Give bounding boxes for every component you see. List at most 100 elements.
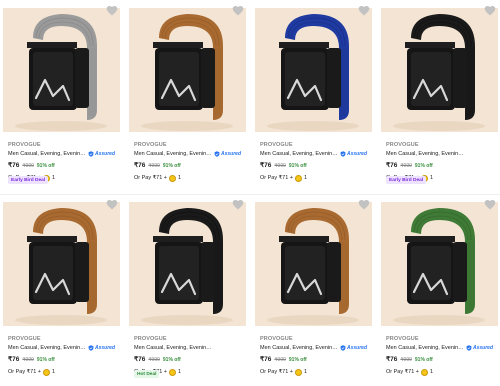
heart-icon[interactable]: [484, 5, 496, 16]
discount-percent: 91% off: [288, 163, 307, 169]
product-title[interactable]: Men Casual, Evening, Evening, P...: [134, 151, 212, 157]
belt-image: [255, 202, 372, 326]
coin-icon: [169, 174, 176, 182]
deal-badge: Early Bird Deal: [386, 176, 427, 184]
product-image[interactable]: [381, 202, 498, 326]
product-title[interactable]: Men Casual, Evening, Evening, P...: [8, 151, 86, 157]
product-title[interactable]: Men Casual, Evening, Evening, P...: [260, 345, 338, 351]
product-image[interactable]: [381, 8, 498, 132]
shield-icon: [88, 344, 94, 351]
product-card[interactable]: PROVOGUE Men Casual, Evening, Evening, P…: [126, 0, 248, 190]
product-card[interactable]: PROVOGUE Men Casual, Evening, Evening, P…: [0, 194, 122, 384]
price-row: ₹76 ₹999 91% off: [134, 161, 246, 170]
selling-price: ₹76: [260, 162, 272, 169]
assured-label: Assured: [347, 344, 368, 351]
discount-percent: 91% off: [414, 357, 433, 363]
product-image[interactable]: [255, 8, 372, 132]
assured-badge: Assured: [466, 345, 493, 351]
discount-percent: 91% off: [414, 163, 433, 169]
heart-icon[interactable]: [106, 199, 118, 210]
product-title[interactable]: Men Casual, Evening, Evening, P...: [260, 151, 338, 157]
product-title[interactable]: Men Casual, Evening, Evening, P...: [386, 345, 464, 351]
pay-with-coins: Or Pay ₹71 + 1: [134, 174, 246, 182]
price-row: ₹76 ₹999 91% off: [260, 355, 372, 364]
original-price: ₹999: [22, 163, 34, 169]
product-title[interactable]: Men Casual, Evening, Evening, Party Blac…: [386, 151, 464, 157]
selling-price: ₹76: [260, 356, 272, 363]
price-row: ₹76 ₹999 91% off: [386, 355, 498, 364]
coin-count: 1: [430, 369, 434, 375]
coin-count: 1: [304, 175, 308, 181]
product-card[interactable]: PROVOGUE Men Casual, Evening, Evening, P…: [378, 194, 500, 384]
shield-icon: [214, 150, 220, 157]
assured-label: Assured: [347, 150, 368, 157]
belt-image: [3, 202, 120, 326]
brand-name: PROVOGUE: [134, 142, 167, 148]
selling-price: ₹76: [386, 356, 398, 363]
original-price: ₹999: [148, 357, 160, 363]
discount-percent: 91% off: [162, 357, 181, 363]
pay-with-coins: Or Pay ₹71 + 1: [8, 368, 120, 376]
product-image[interactable]: [3, 8, 120, 132]
brand-name: PROVOGUE: [386, 142, 419, 148]
product-card[interactable]: PROVOGUE Men Casual, Evening, Evening, P…: [378, 0, 500, 190]
belt-image: [129, 202, 246, 326]
deal-badge: Hot Deal: [134, 370, 160, 378]
shield-icon: [88, 150, 94, 157]
coin-count: 1: [430, 175, 434, 181]
product-card[interactable]: PROVOGUE Men Casual, Evening, Evening, P…: [252, 194, 374, 384]
assured-label: Assured: [95, 344, 116, 351]
pay-with-coins: Or Pay ₹71 + 1: [386, 368, 498, 376]
product-card[interactable]: PROVOGUE Men Casual, Evening, Evening, P…: [0, 0, 122, 190]
product-image[interactable]: [129, 8, 246, 132]
product-image[interactable]: [255, 202, 372, 326]
assured-badge: Assured: [340, 151, 367, 157]
brand-name: PROVOGUE: [386, 336, 419, 342]
shield-icon: [340, 344, 346, 351]
heart-icon[interactable]: [106, 5, 118, 16]
heart-icon[interactable]: [358, 199, 370, 210]
product-card[interactable]: PROVOGUE Men Casual, Evening, Evening, P…: [126, 194, 248, 384]
assured-label: Assured: [95, 150, 116, 157]
product-title[interactable]: Men Casual, Evening, Evening, Party Blac…: [134, 345, 212, 351]
coin-count: 1: [52, 175, 56, 181]
coin-count: 1: [178, 369, 182, 375]
original-price: ₹999: [274, 357, 286, 363]
product-image[interactable]: [129, 202, 246, 326]
pay-text: Or Pay ₹71 +: [134, 175, 167, 181]
heart-icon[interactable]: [232, 199, 244, 210]
coin-icon: [421, 368, 428, 376]
original-price: ₹999: [400, 357, 412, 363]
coin-count: 1: [178, 175, 182, 181]
product-grid: PROVOGUE Men Casual, Evening, Evening, P…: [0, 0, 500, 386]
price-row: ₹76 ₹999 91% off: [8, 161, 120, 170]
selling-price: ₹76: [8, 356, 20, 363]
assured-badge: Assured: [214, 151, 241, 157]
product-image[interactable]: [3, 202, 120, 326]
belt-image: [255, 8, 372, 132]
coin-icon: [169, 368, 176, 376]
heart-icon[interactable]: [358, 5, 370, 16]
price-row: ₹76 ₹999 91% off: [260, 161, 372, 170]
shield-icon: [466, 344, 472, 351]
coin-icon: [295, 174, 302, 182]
belt-image: [129, 8, 246, 132]
pay-text: Or Pay ₹71 +: [8, 369, 41, 375]
product-info: PROVOGUE Men Casual, Evening, Evening, P…: [260, 335, 372, 376]
selling-price: ₹76: [134, 162, 146, 169]
assured-badge: Assured: [340, 345, 367, 351]
pay-with-coins: Or Pay ₹71 + 1: [260, 368, 372, 376]
belt-image: [3, 8, 120, 132]
selling-price: ₹76: [8, 162, 20, 169]
belt-image: [381, 8, 498, 132]
coin-count: 1: [52, 369, 56, 375]
pay-text: Or Pay ₹71 +: [386, 369, 419, 375]
heart-icon[interactable]: [484, 199, 496, 210]
shield-icon: [340, 150, 346, 157]
product-title[interactable]: Men Casual, Evening, Evening, P...: [8, 345, 86, 351]
product-card[interactable]: PROVOGUE Men Casual, Evening, Evening, P…: [252, 0, 374, 190]
brand-name: PROVOGUE: [8, 336, 41, 342]
selling-price: ₹76: [386, 162, 398, 169]
assured-label: Assured: [221, 150, 242, 157]
heart-icon[interactable]: [232, 5, 244, 16]
